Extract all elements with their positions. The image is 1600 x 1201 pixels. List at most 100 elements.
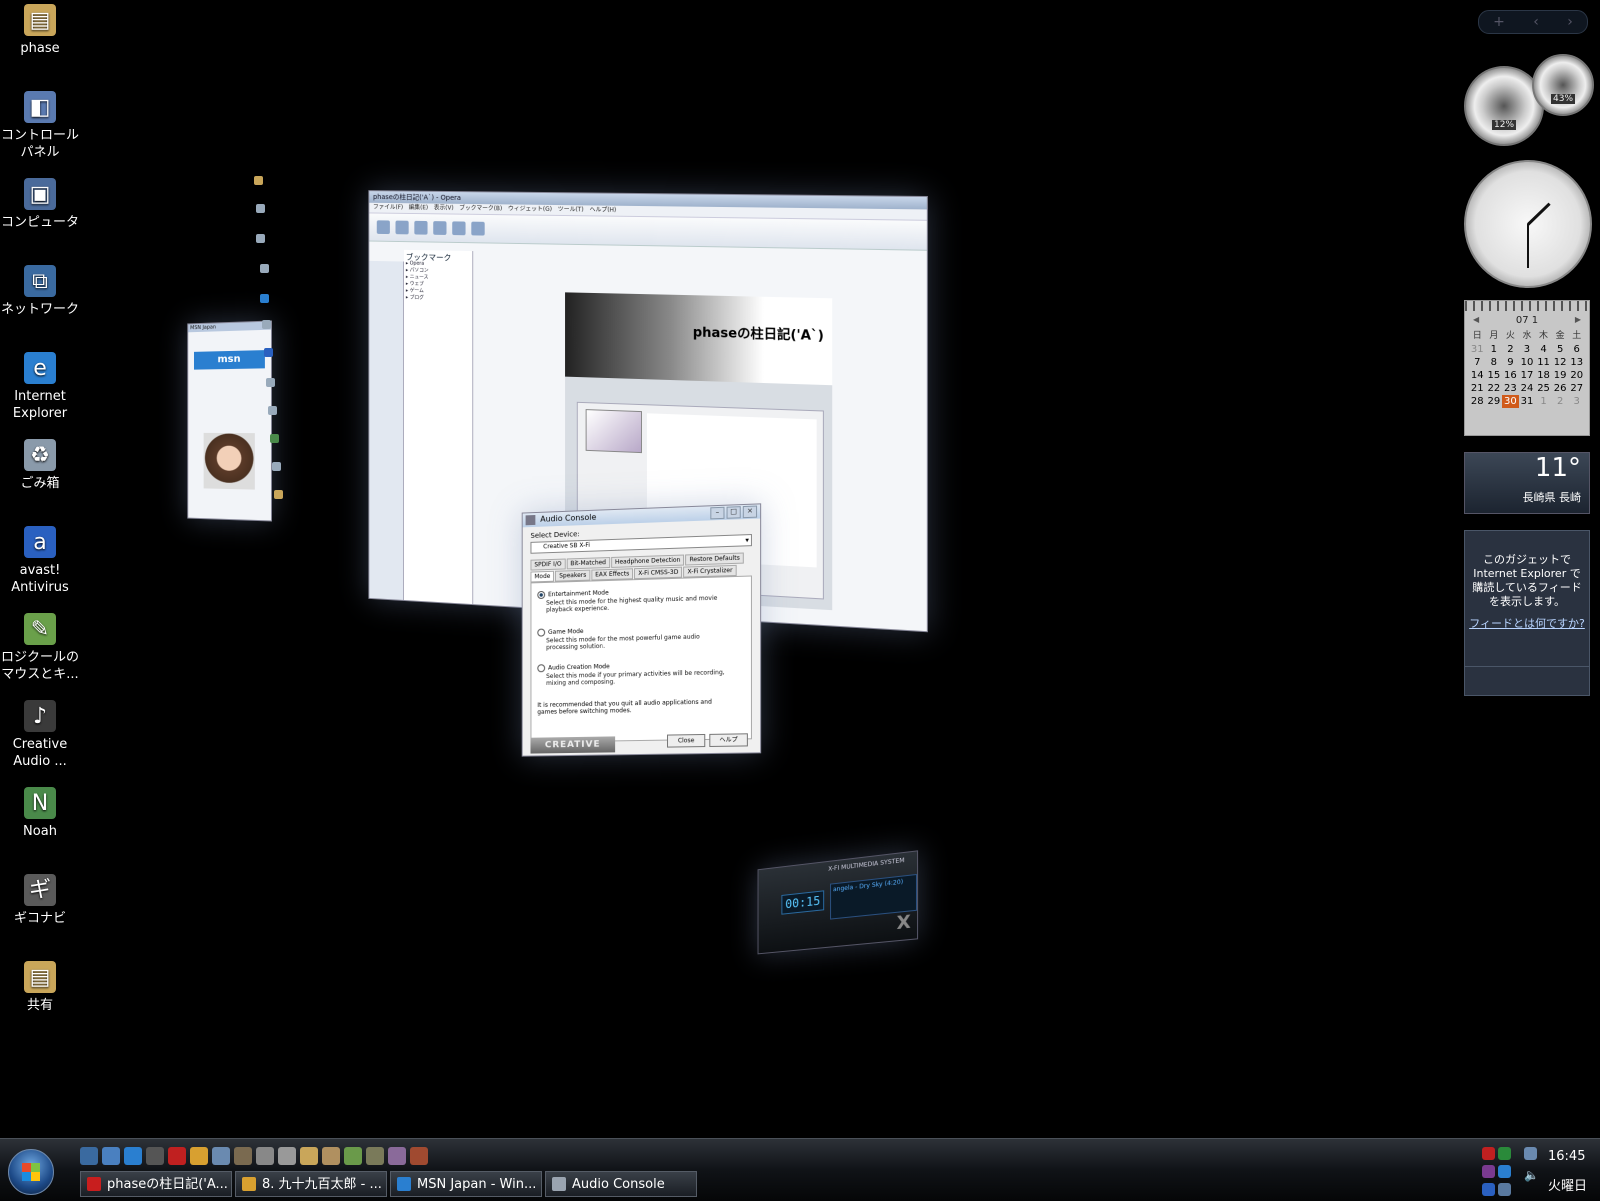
- quick-launch-icon[interactable]: [256, 1147, 274, 1165]
- quick-launch-icon[interactable]: [80, 1147, 98, 1165]
- taskbar-clock-day[interactable]: 火曜日: [1548, 1175, 1587, 1194]
- desktop-icon[interactable]: ギギコナビ: [0, 874, 80, 927]
- desktop-icon[interactable]: ▤ 共有: [0, 961, 80, 1014]
- desktop-icon[interactable]: ♪ Creative Audio ...: [0, 700, 80, 770]
- calendar-day[interactable]: 9: [1502, 356, 1519, 369]
- calendar-day[interactable]: 4: [1535, 343, 1552, 356]
- opera-toolbar[interactable]: [369, 213, 927, 251]
- start-button[interactable]: [8, 1149, 54, 1195]
- help-button[interactable]: ヘルプ: [709, 733, 748, 747]
- desktop-icon[interactable]: ▣ コンピュータ: [0, 178, 80, 231]
- tab-bit-matched[interactable]: Bit-Matched: [566, 557, 610, 570]
- calendar-day[interactable]: 12: [1552, 356, 1569, 369]
- calendar-day[interactable]: 1: [1486, 343, 1503, 356]
- audio-console-window[interactable]: Audio Console – □ × Select Device: Creat…: [521, 503, 762, 757]
- calendar-day[interactable]: 5: [1552, 343, 1569, 356]
- quick-launch-icon[interactable]: [410, 1147, 428, 1165]
- quick-launch-icon[interactable]: [388, 1147, 406, 1165]
- calendar-day[interactable]: 28: [1469, 395, 1486, 408]
- taskbar-clock-time[interactable]: 16:45: [1548, 1149, 1585, 1164]
- calendar-day[interactable]: 24: [1519, 382, 1536, 395]
- add-gadget-icon[interactable]: +: [1493, 14, 1505, 30]
- quick-launch-icon[interactable]: [322, 1147, 340, 1165]
- prev-month-icon[interactable]: ◀: [1473, 315, 1479, 324]
- desktop-icon[interactable]: e Internet Explorer: [0, 352, 80, 422]
- game-mode-radio[interactable]: Game Mode Select this mode for the most …: [537, 624, 725, 652]
- calendar-day[interactable]: 2: [1502, 343, 1519, 356]
- task-button[interactable]: MSN Japan - Win...: [390, 1171, 542, 1197]
- tray-help-icon[interactable]: [1498, 1183, 1511, 1196]
- calendar-day[interactable]: 20: [1568, 369, 1585, 382]
- back-icon[interactable]: [376, 220, 390, 235]
- audio-creation-mode-radio[interactable]: Audio Creation Mode Select this mode if …: [537, 660, 725, 687]
- calendar-day[interactable]: 8: [1486, 356, 1503, 369]
- task-button[interactable]: phaseの柱日記('A...: [80, 1171, 232, 1197]
- bookmark-item[interactable]: ▸ ブログ: [406, 295, 470, 303]
- menu-item[interactable]: ウィジェット(G): [508, 205, 552, 212]
- calendar-day[interactable]: 3: [1568, 395, 1585, 408]
- quick-launch-icon[interactable]: [278, 1147, 296, 1165]
- desktop-icon[interactable]: a avast! Antivirus: [0, 526, 80, 596]
- menu-item[interactable]: ヘルプ(H): [589, 206, 616, 213]
- quick-launch-icon[interactable]: [168, 1147, 186, 1165]
- desktop-icon[interactable]: N Noah: [0, 787, 80, 840]
- weather-gadget[interactable]: 11° 長崎県 長崎: [1464, 452, 1590, 514]
- calendar-day[interactable]: 22: [1486, 382, 1503, 395]
- task-button[interactable]: 8. 九十九百太郎 - ...: [235, 1171, 387, 1197]
- calendar-day[interactable]: 14: [1469, 369, 1486, 382]
- xfi-player-window[interactable]: X-FI MULTIMEDIA SYSTEM 00:15 angela - Dr…: [757, 850, 919, 955]
- quick-launch-icon[interactable]: [344, 1147, 362, 1165]
- menu-item[interactable]: ツール(T): [558, 206, 584, 213]
- print-icon[interactable]: [452, 221, 466, 236]
- calendar-day[interactable]: 27: [1568, 382, 1585, 395]
- quick-launch-icon[interactable]: [300, 1147, 318, 1165]
- calendar-day[interactable]: 31: [1469, 343, 1486, 356]
- tray-network-icon[interactable]: [1498, 1165, 1511, 1178]
- task-button[interactable]: Audio Console: [545, 1171, 697, 1197]
- calendar-gadget[interactable]: ◀ 07 1 ▶ 日月火水木金土 31 1 2 3 4 5 6 7 8 9 10 11 12 13 14 15 1…: [1464, 300, 1590, 436]
- quick-launch-icon[interactable]: [234, 1147, 252, 1165]
- calendar-day[interactable]: 11: [1535, 356, 1552, 369]
- next-month-icon[interactable]: ▶: [1575, 315, 1581, 324]
- tab-restore-defaults[interactable]: Restore Defaults: [685, 552, 744, 566]
- menu-item[interactable]: 表示(V): [434, 205, 454, 212]
- desktop-icon[interactable]: ♻ ごみ箱: [0, 439, 80, 492]
- tray-app-icon[interactable]: [1482, 1165, 1495, 1178]
- desktop-icon[interactable]: ⧉ ネットワーク: [0, 265, 80, 318]
- desktop-icon[interactable]: ◧ コントロール パネル: [0, 91, 80, 161]
- calendar-day[interactable]: 15: [1486, 369, 1503, 382]
- calendar-day[interactable]: 29: [1486, 395, 1503, 408]
- menu-item[interactable]: ファイル(F): [373, 204, 403, 211]
- calendar-day[interactable]: 1: [1535, 395, 1552, 408]
- quick-launch-icon[interactable]: [124, 1147, 142, 1165]
- bookmark-tree[interactable]: ブックマーク ▸ Opera ▸ パソコン ▸ ニュース ▸ ウェブ ▸ ゲーム ▸ ブロ…: [403, 249, 474, 605]
- desktop-icon[interactable]: ▤ phase: [0, 4, 80, 57]
- tray-ime-icon[interactable]: [1482, 1183, 1495, 1196]
- calendar-day[interactable]: 25: [1535, 382, 1552, 395]
- opera-side-panel[interactable]: [369, 260, 404, 600]
- tab-spdif-i-o[interactable]: SPDIF I/O: [530, 558, 566, 571]
- tray-display-icon[interactable]: [1524, 1147, 1537, 1160]
- home-icon[interactable]: [433, 221, 447, 235]
- quick-launch-icon[interactable]: [190, 1147, 208, 1165]
- calendar-day[interactable]: 16: [1502, 369, 1519, 382]
- tab-mode[interactable]: Mode: [530, 570, 555, 583]
- calendar-day[interactable]: 3: [1519, 343, 1536, 356]
- close-button[interactable]: Close: [667, 733, 706, 748]
- calendar-day[interactable]: 17: [1519, 369, 1536, 382]
- feed-headlines-gadget[interactable]: このガジェットで Internet Explorer で購読しているフィードを表…: [1464, 530, 1590, 696]
- quick-launch-icon[interactable]: [102, 1147, 120, 1165]
- reload-icon[interactable]: [414, 220, 428, 235]
- calendar-day[interactable]: 10: [1519, 356, 1536, 369]
- next-gadget-icon[interactable]: ›: [1567, 14, 1573, 30]
- calendar-day[interactable]: 21: [1469, 382, 1486, 395]
- panel-icon[interactable]: [471, 221, 485, 236]
- minimize-button[interactable]: –: [710, 506, 725, 520]
- cpu-meter-gadget[interactable]: 12% 43%: [1464, 54, 1594, 150]
- calendar-day[interactable]: 18: [1535, 369, 1552, 382]
- calendar-day[interactable]: 6: [1568, 343, 1585, 356]
- calendar-day[interactable]: 19: [1552, 369, 1569, 382]
- prev-gadget-icon[interactable]: ‹: [1533, 14, 1539, 30]
- forward-icon[interactable]: [395, 220, 409, 235]
- calendar-day[interactable]: 26: [1552, 382, 1569, 395]
